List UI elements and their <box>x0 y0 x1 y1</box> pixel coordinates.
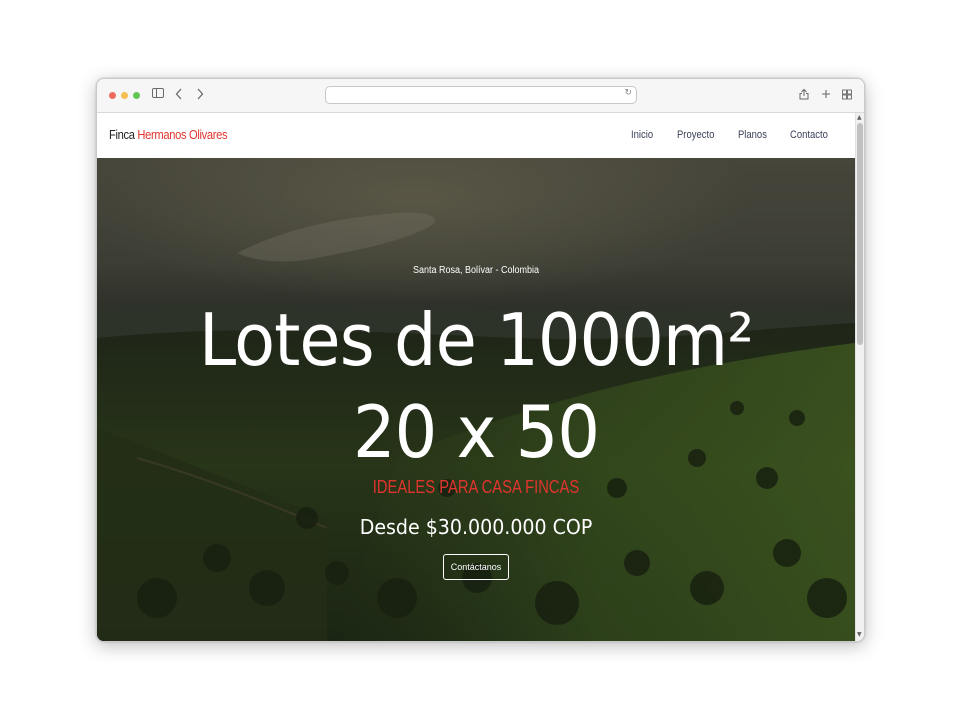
hero-headline: Lotes de 1000m² 20 x 50 <box>124 294 829 478</box>
share-icon[interactable] <box>799 88 809 102</box>
address-bar[interactable]: ↻ <box>325 86 637 104</box>
hero-headline-line2: 20 x 50 <box>352 390 600 474</box>
hero-section: Santa Rosa, Bolívar - Colombia Lotes de … <box>97 158 855 641</box>
scrollbar-thumb[interactable] <box>857 123 863 345</box>
tab-overview-icon[interactable] <box>842 88 852 102</box>
browser-toolbar: ↻ <box>97 79 864 113</box>
scroll-up-icon[interactable]: ▲ <box>857 115 862 121</box>
back-icon[interactable] <box>175 88 183 102</box>
site-navbar: Finca Hermanos Olivares Inicio Proyecto … <box>97 113 855 158</box>
forward-icon[interactable] <box>196 88 204 102</box>
page-scrollbar[interactable]: ▲ ▼ <box>855 113 864 641</box>
brand-name-part1: Finca <box>109 127 135 142</box>
close-window-button[interactable] <box>109 92 116 99</box>
nav-link-planos[interactable]: Planos <box>738 129 767 141</box>
nav-link-contacto[interactable]: Contacto <box>790 129 828 141</box>
contact-cta-button[interactable]: Contáctanos <box>443 554 509 580</box>
minimize-window-button[interactable] <box>121 92 128 99</box>
maximize-window-button[interactable] <box>133 92 140 99</box>
hero-tagline: IDEALES PARA CASA FINCAS <box>372 477 580 497</box>
new-tab-icon[interactable] <box>821 88 831 102</box>
sidebar-icon[interactable] <box>152 88 164 102</box>
hero-headline-line1: Lotes de 1000m² <box>198 298 754 382</box>
site-logo[interactable]: Finca Hermanos Olivares <box>109 127 228 142</box>
hero-price: Desde $30.000.000 COP <box>359 515 593 539</box>
page-viewport: Finca Hermanos Olivares Inicio Proyecto … <box>97 113 855 641</box>
scroll-down-icon[interactable]: ▼ <box>857 632 862 638</box>
nav-link-inicio[interactable]: Inicio <box>631 129 653 141</box>
reload-icon[interactable]: ↻ <box>624 88 632 98</box>
browser-window: ↻ Finca Hermanos Olivares Inicio Proyect… <box>96 78 865 642</box>
hero-location: Santa Rosa, Bolívar - Colombia <box>412 265 540 276</box>
brand-name-part2: Hermanos Olivares <box>137 127 228 142</box>
nav-link-proyecto[interactable]: Proyecto <box>677 129 714 141</box>
